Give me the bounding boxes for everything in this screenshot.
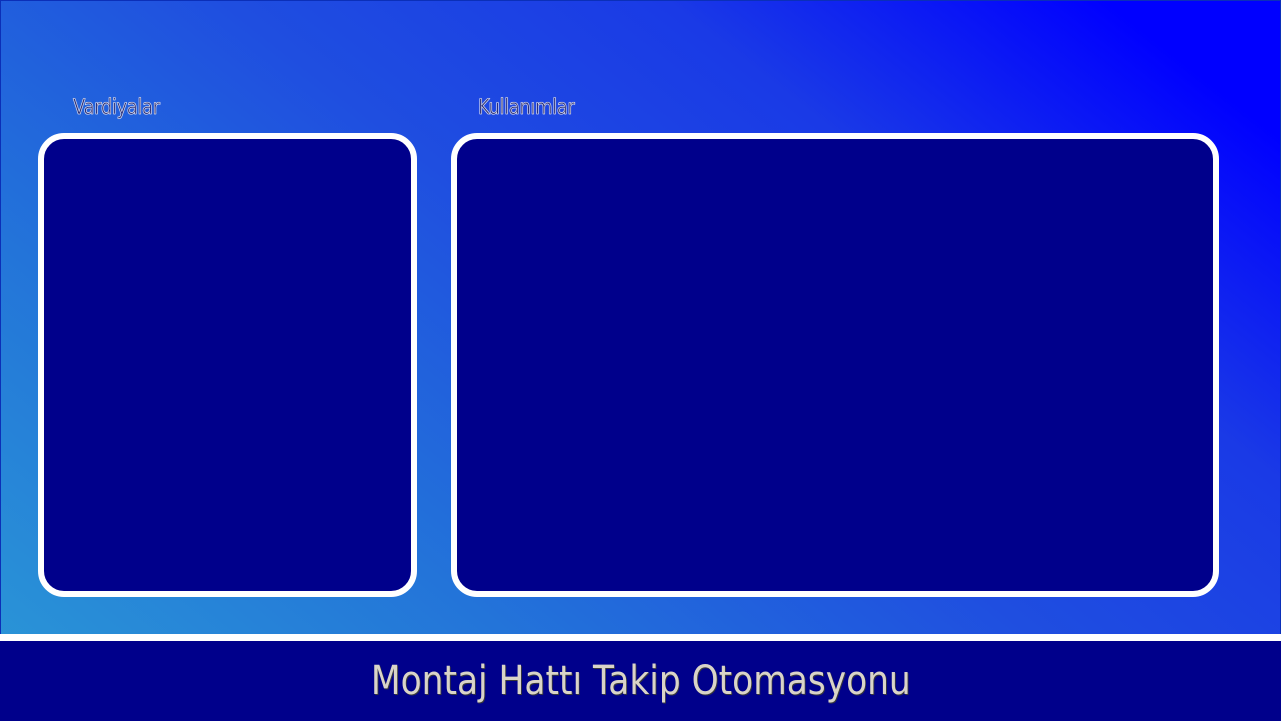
footer-divider — [0, 634, 1281, 641]
shifts-panel[interactable] — [38, 133, 417, 597]
footer-bar: Montaj Hattı Takip Otomasyonu — [0, 641, 1281, 721]
usages-panel[interactable] — [451, 133, 1219, 597]
usages-label: Kullanımlar — [478, 95, 575, 120]
shifts-label: Vardiyalar — [73, 95, 161, 120]
app-title: Montaj Hattı Takip Otomasyonu — [370, 658, 911, 704]
